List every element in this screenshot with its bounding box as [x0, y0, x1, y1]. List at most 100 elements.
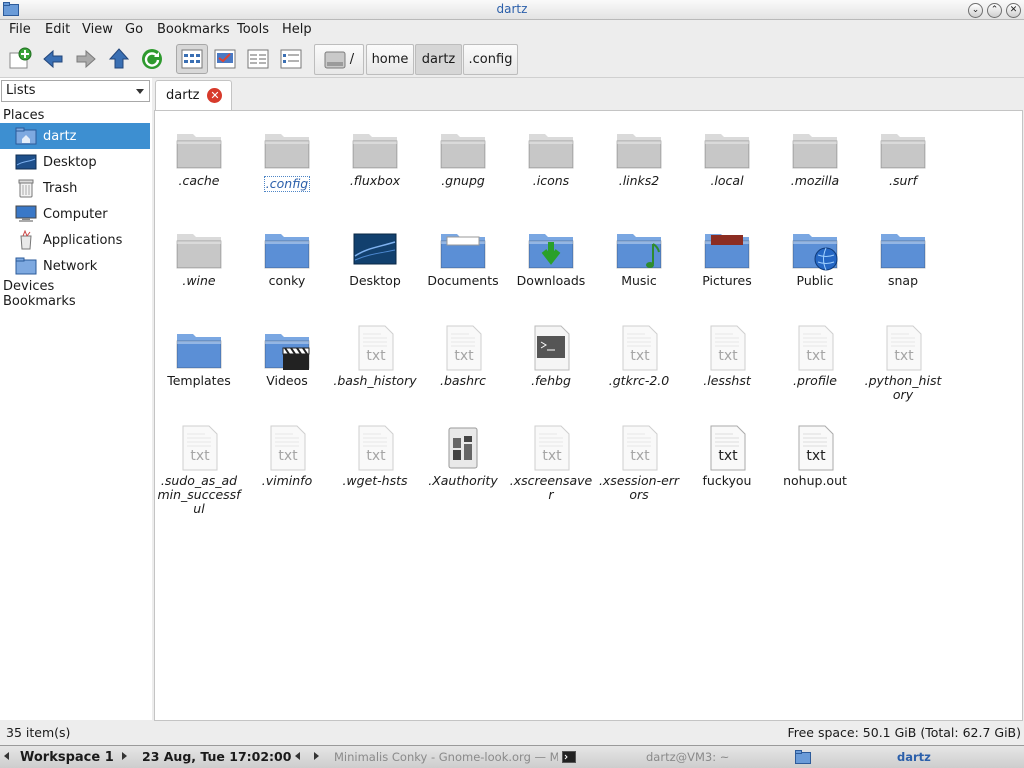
file-item[interactable]: txt .viminfo — [245, 424, 329, 488]
minimize-button[interactable]: ⌄ — [968, 3, 983, 18]
file-item[interactable]: txt nohup.out — [773, 424, 857, 488]
file-name-selected: .config — [263, 176, 311, 192]
svg-text:txt: txt — [542, 448, 562, 464]
sidebar-item-trash[interactable]: Trash — [0, 175, 150, 201]
file-item[interactable]: txt .xscreensaver — [509, 424, 593, 502]
file-item[interactable]: txt .bash_history — [333, 324, 417, 388]
file-item[interactable]: txt .sudo_as_admin_successful — [157, 424, 241, 516]
places-header[interactable]: Places — [3, 108, 44, 123]
file-item[interactable]: Public — [773, 224, 857, 288]
file-item[interactable]: .links2 — [597, 124, 681, 188]
file-item[interactable]: .gnupg — [421, 124, 505, 188]
file-item[interactable]: .cache — [157, 124, 241, 188]
side-panel-mode-select[interactable]: Lists — [1, 80, 150, 102]
file-item[interactable]: txt .gtkrc-2.0 — [597, 324, 681, 388]
compact-view-button[interactable] — [242, 44, 274, 74]
file-name: .surf — [889, 173, 917, 188]
file-name: .links2 — [618, 173, 660, 188]
task-next-icon[interactable] — [314, 752, 319, 760]
file-item[interactable]: .fehbg — [509, 324, 593, 388]
file-item[interactable]: Documents — [421, 224, 505, 288]
file-item[interactable]: .fluxbox — [333, 124, 417, 188]
file-view[interactable]: .cache .config .fluxbox .gnupg .icons .links2… — [154, 110, 1023, 721]
workspace-next-icon[interactable] — [122, 752, 127, 760]
window-titlebar[interactable]: dartz ⌄ ⌃ ✕ — [0, 0, 1024, 20]
menu-edit[interactable]: Edit — [45, 22, 70, 37]
task-firefox[interactable]: Minimalis Conky - Gnome-look.org — M — [330, 747, 558, 767]
menu-tools[interactable]: Tools — [237, 22, 269, 37]
file-item[interactable]: .config — [245, 124, 329, 192]
task-file-manager[interactable]: dartz — [795, 747, 1021, 767]
file-name: conky — [268, 273, 306, 288]
file-item[interactable]: Downloads — [509, 224, 593, 288]
svg-text:txt: txt — [806, 448, 826, 464]
file-item[interactable]: .mozilla — [773, 124, 857, 188]
bookmarks-header[interactable]: Bookmarks — [3, 294, 76, 309]
sidebar-item-applications[interactable]: Applications — [0, 227, 150, 253]
file-name: .Xauthority — [428, 473, 498, 488]
file-item[interactable]: .surf — [861, 124, 945, 188]
home-folder-icon — [15, 126, 37, 146]
file-item[interactable]: txt .xsession-errors — [597, 424, 681, 502]
file-item[interactable]: .Xauthority — [421, 424, 505, 488]
workspace-prev-icon[interactable] — [4, 752, 9, 760]
detailed-view-button[interactable] — [275, 44, 307, 74]
icon-view-button[interactable] — [176, 44, 208, 74]
close-tab-icon[interactable]: ✕ — [207, 88, 223, 103]
devices-header[interactable]: Devices — [3, 279, 54, 294]
sidebar-item-dartz[interactable]: dartz — [0, 123, 150, 149]
clock: 23 Aug, Tue 17:02:00 — [142, 749, 292, 764]
maximize-button[interactable]: ⌃ — [987, 3, 1002, 18]
file-name: Templates — [167, 373, 231, 388]
icon-view-icon — [181, 49, 203, 69]
forward-button[interactable] — [70, 44, 102, 74]
forward-arrow-icon — [76, 49, 96, 69]
menu-file[interactable]: File — [9, 22, 31, 37]
file-item[interactable]: Desktop — [333, 224, 417, 288]
path-root-button[interactable]: / — [314, 44, 364, 75]
file-item[interactable]: Pictures — [685, 224, 769, 288]
file-item[interactable]: Videos — [245, 324, 329, 388]
close-window-button[interactable]: ✕ — [1006, 3, 1021, 18]
folder-icon — [263, 324, 311, 372]
path-dartz-button[interactable]: dartz — [415, 44, 462, 75]
sidebar-item-desktop[interactable]: Desktop — [0, 149, 150, 175]
file-item[interactable]: txt .lesshst — [685, 324, 769, 388]
file-item[interactable]: Templates — [157, 324, 241, 388]
folder-icon — [703, 224, 751, 272]
file-item[interactable]: txt .profile — [773, 324, 857, 388]
file-item[interactable]: .local — [685, 124, 769, 188]
workspace-label[interactable]: Workspace 1 — [20, 747, 114, 767]
menu-help[interactable]: Help — [282, 22, 312, 37]
back-button[interactable] — [37, 44, 69, 74]
file-item[interactable]: txt fuckyou — [685, 424, 769, 488]
file-name: .xscreensaver — [509, 473, 593, 502]
reload-button[interactable] — [136, 44, 168, 74]
file-name: .bashrc — [439, 373, 486, 388]
svg-text:txt: txt — [630, 448, 650, 464]
thumbnail-view-button[interactable] — [209, 44, 241, 74]
side-panel-mode-value: Lists — [6, 83, 36, 98]
up-button[interactable] — [103, 44, 135, 74]
file-item[interactable]: txt .python_history — [861, 324, 945, 402]
file-item[interactable]: conky — [245, 224, 329, 288]
new-tab-button[interactable] — [4, 44, 36, 74]
path-config-button[interactable]: .config — [463, 44, 518, 75]
file-item[interactable]: snap — [861, 224, 945, 288]
task-prev-icon[interactable] — [295, 752, 300, 760]
sidebar-item-computer[interactable]: Computer — [0, 201, 150, 227]
file-item[interactable]: .icons — [509, 124, 593, 188]
network-icon — [15, 256, 37, 276]
file-name: .bash_history — [333, 373, 417, 388]
file-item[interactable]: .wine — [157, 224, 241, 288]
path-home-button[interactable]: home — [366, 44, 414, 75]
file-item[interactable]: txt .wget-hsts — [333, 424, 417, 488]
menu-bookmarks[interactable]: Bookmarks — [157, 22, 230, 37]
file-item[interactable]: Music — [597, 224, 681, 288]
file-item[interactable]: txt .bashrc — [421, 324, 505, 388]
task-terminal[interactable]: dartz@VM3: ~ — [562, 747, 792, 767]
menu-go[interactable]: Go — [125, 22, 143, 37]
menu-view[interactable]: View — [82, 22, 113, 37]
tab-dartz[interactable]: dartz ✕ — [155, 80, 232, 110]
sidebar-item-network[interactable]: Network — [0, 253, 150, 279]
